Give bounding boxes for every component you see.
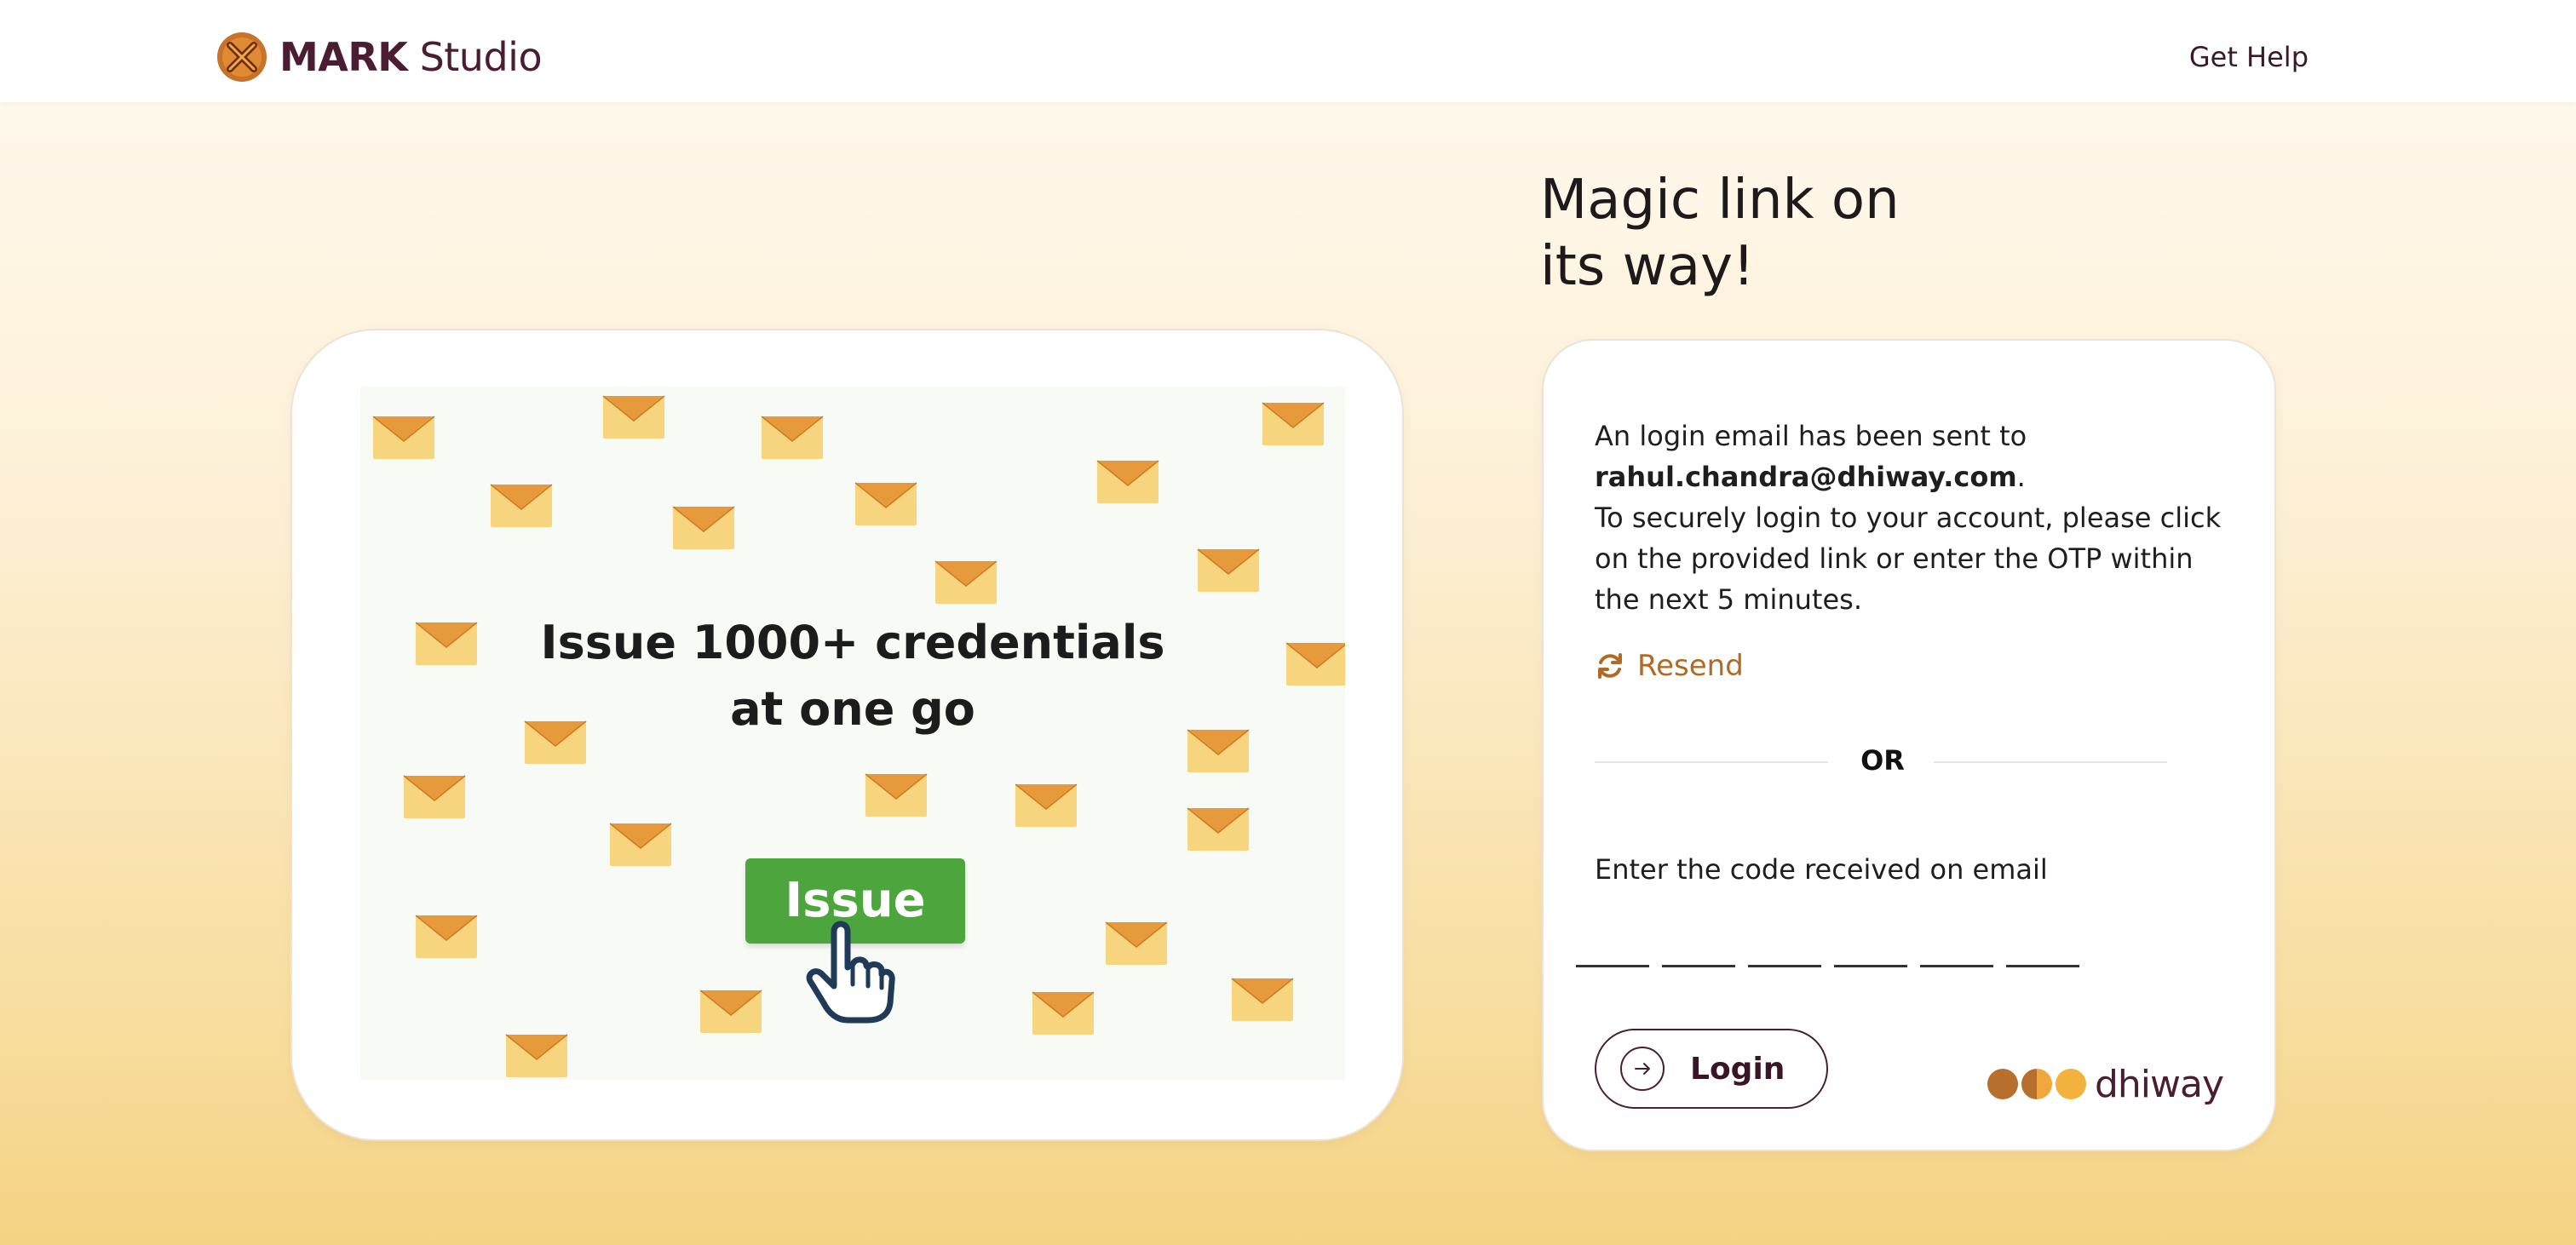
promo-title: Issue 1000+ credentials at one go [540,616,1165,736]
otp-input-group [1576,916,2087,967]
brand-name: MARK Studio [279,34,543,80]
envelope-icon [1262,402,1325,445]
arrow-right-icon [1620,1047,1665,1091]
divider-line-left [1595,761,1828,763]
divider-line-right [1934,761,2167,763]
refresh-icon [1598,653,1622,679]
envelope-icon [1197,548,1260,592]
envelope-icon [672,506,735,549]
mark-studio-logo[interactable]: MARK Studio [216,31,543,83]
otp-digit-1[interactable] [1576,916,1649,967]
login-message: An login email has been sent to rahul.ch… [1595,420,2222,616]
envelope-icon [602,395,665,439]
dhiway-logo: dhiway [1987,1062,2224,1106]
envelope-icon [490,484,553,527]
envelope-icon [505,1034,568,1077]
otp-digit-2[interactable] [1662,916,1735,967]
otp-digit-4[interactable] [1834,916,1907,967]
envelope-icon [609,823,672,866]
envelope-icon [854,482,917,525]
envelope-icon [1015,783,1078,827]
promo-illustration: Issue 1000+ credentials at one go Issue [360,387,1345,1080]
login-button[interactable]: Login [1595,1029,1828,1109]
envelope-icon [699,990,762,1033]
envelope-icon [403,775,466,818]
envelope-icon [372,416,435,459]
get-help-link[interactable]: Get Help [2189,41,2309,73]
envelope-icon [865,773,928,817]
promo-card: Issue 1000+ credentials at one go Issue [290,329,1404,1141]
otp-digit-6[interactable] [2006,916,2079,967]
login-card: An login email has been sent to rahul.ch… [1542,339,2276,1151]
resend-button[interactable]: Resend [1595,649,1744,683]
login-label: Login [1690,1051,1785,1087]
envelope-icon [1105,921,1168,965]
dhiway-wordmark: dhiway [2094,1062,2224,1106]
or-divider: OR [1595,744,2171,778]
mark-logo-icon [217,32,267,82]
otp-digit-3[interactable] [1748,916,1821,967]
page-title: Magic link on its way! [1540,169,1900,298]
envelope-icon [1096,460,1159,503]
envelope-icon [1231,978,1294,1021]
resend-label: Resend [1637,649,1744,683]
envelope-icon [415,915,478,958]
logo-dot-3 [2055,1069,2086,1099]
envelope-icon [761,416,824,459]
envelope-icon [1032,991,1095,1035]
logo-dot-2 [2021,1069,2052,1099]
code-label: Enter the code received on email [1595,853,2048,886]
or-label: OR [1860,744,1905,777]
pointer-hand-icon [806,921,895,1024]
email-address: rahul.chandra@dhiway.com [1595,461,2017,493]
envelope-icon [934,560,998,604]
logo-dot-1 [1987,1069,2018,1099]
envelope-icon [1187,807,1250,851]
top-header: MARK Studio Get Help [0,0,2576,102]
otp-digit-5[interactable] [1920,916,1993,967]
